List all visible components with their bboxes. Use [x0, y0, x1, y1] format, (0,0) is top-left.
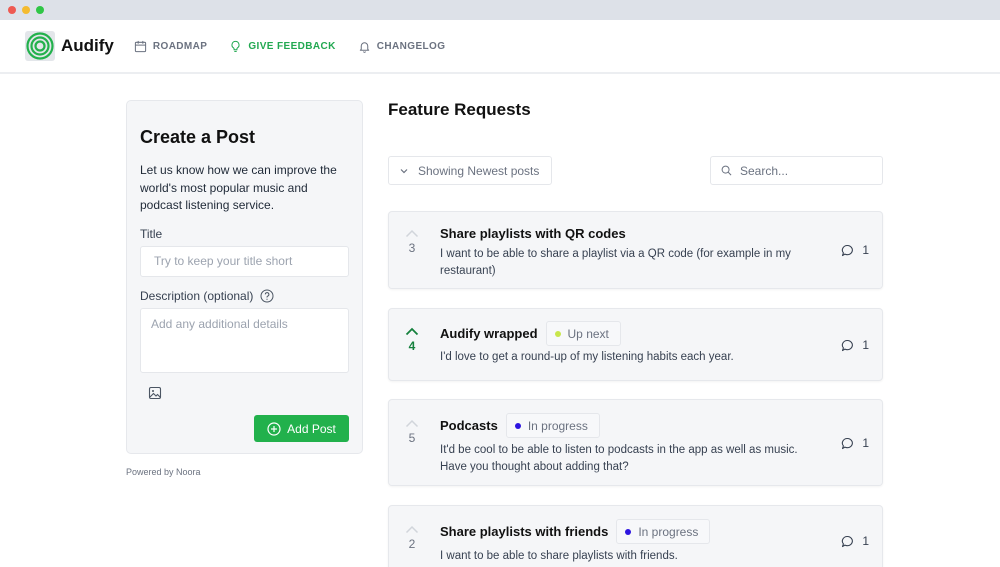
window-close-button[interactable] — [8, 6, 16, 14]
status-badge: In progress — [505, 413, 600, 438]
brand-logo[interactable]: Audify — [25, 31, 114, 61]
title-label: Title — [140, 227, 349, 241]
description-textarea[interactable]: Add any additional details — [140, 307, 349, 373]
upvote-button[interactable]: 2 — [389, 525, 435, 551]
create-post-card: Create a Post Let us know how we can imp… — [126, 100, 363, 454]
post-card[interactable]: 5 Podcasts In progress It'd be cool to b… — [388, 399, 883, 486]
description-label: Description (optional) — [140, 289, 349, 303]
nav-changelog-label: CHANGELOG — [376, 40, 446, 52]
comment-count[interactable]: 1 — [841, 243, 869, 257]
upvote-button[interactable]: 4 — [389, 327, 435, 353]
comment-count[interactable]: 1 — [841, 534, 869, 548]
status-dot — [625, 528, 632, 535]
post-title[interactable]: Podcasts — [440, 418, 498, 433]
attach-image-button[interactable] — [148, 386, 162, 400]
comment-count[interactable]: 1 — [841, 436, 869, 450]
vote-count: 3 — [408, 241, 416, 255]
status-label: In progress — [527, 418, 588, 433]
description-placeholder: Add any additional details — [151, 316, 288, 331]
status-dot — [554, 330, 561, 337]
chevron-up-icon — [405, 229, 419, 238]
comment-icon — [842, 437, 854, 449]
post-card[interactable]: 2 Share playlists with friends In progre… — [388, 505, 883, 567]
status-dot — [514, 422, 521, 429]
add-post-label: Add Post — [287, 421, 336, 436]
sort-dropdown[interactable]: Showing Newest posts — [388, 156, 552, 185]
search-placeholder: Search... — [740, 163, 789, 178]
comment-count-value: 1 — [862, 436, 869, 450]
title-input-placeholder: Try to keep your title short — [154, 254, 293, 268]
comment-count-value: 1 — [862, 534, 869, 548]
chevron-down-icon — [400, 168, 408, 173]
post-description: I'd love to get a round-up of my listeni… — [440, 351, 734, 363]
nav-roadmap[interactable]: ROADMAP — [134, 40, 207, 53]
comment-count-value: 1 — [862, 338, 869, 352]
comment-icon — [842, 339, 854, 351]
lightbulb-icon — [231, 40, 240, 52]
image-icon — [148, 386, 162, 399]
window-minimize-button[interactable] — [22, 6, 30, 14]
calendar-icon — [134, 40, 147, 52]
description-fade — [389, 272, 882, 288]
nav-give-feedback[interactable]: GIVE FEEDBACK — [229, 40, 335, 53]
nav-roadmap-label: ROADMAP — [152, 40, 208, 52]
comment-icon — [842, 535, 854, 547]
vote-count: 5 — [408, 431, 416, 445]
post-card[interactable]: 3 Share playlists with QR codes I want t… — [388, 211, 883, 289]
brand-name: Audify — [61, 36, 114, 55]
add-post-button[interactable]: Add Post — [254, 415, 349, 442]
comment-count-value: 1 — [862, 243, 869, 257]
page-title: Feature Requests — [388, 100, 531, 119]
create-post-intro: Let us know how we can improve the world… — [140, 163, 337, 212]
search-icon — [721, 165, 732, 176]
post-description: I want to be able to share playlists wit… — [440, 550, 678, 562]
create-post-heading: Create a Post — [140, 127, 256, 147]
post-title[interactable]: Share playlists with QR codes — [440, 226, 626, 241]
powered-by-link[interactable]: Powered by Noora — [126, 467, 201, 477]
status-badge: In progress — [616, 519, 711, 544]
comment-count[interactable]: 1 — [841, 338, 869, 352]
vote-count: 2 — [408, 537, 416, 551]
nav-give-feedback-label: GIVE FEEDBACK — [248, 40, 336, 52]
title-input[interactable]: Try to keep your title short — [140, 245, 349, 277]
top-navbar: Audify ROADMAP GIVE FEEDBACK CHANGELOG — [0, 20, 1000, 74]
window-maximize-button[interactable] — [36, 6, 44, 14]
post-title[interactable]: Share playlists with friends — [440, 524, 608, 539]
status-label: In progress — [638, 524, 699, 539]
post-title[interactable]: Audify wrapped — [440, 326, 538, 341]
post-card[interactable]: 4 Audify wrapped Up next I'd love to get… — [388, 308, 883, 381]
chevron-up-icon — [405, 419, 419, 428]
status-label: Up next — [567, 326, 609, 341]
chevron-up-icon — [405, 327, 419, 336]
upvote-button[interactable]: 3 — [389, 229, 435, 255]
upvote-button[interactable]: 5 — [389, 419, 435, 445]
help-circle-icon[interactable] — [260, 289, 274, 303]
status-badge: Up next — [545, 321, 621, 346]
page-content: Create a Post Let us know how we can imp… — [0, 74, 1000, 567]
chevron-up-icon — [405, 525, 419, 534]
description-label-text: Description (optional) — [140, 288, 254, 303]
nav-changelog[interactable]: CHANGELOG — [358, 40, 446, 53]
plus-circle-icon — [267, 421, 281, 436]
search-input[interactable]: Search... — [710, 156, 883, 185]
window-titlebar — [0, 0, 1000, 20]
title-label-text: Title — [140, 226, 163, 241]
vote-count: 4 — [408, 339, 416, 353]
comment-icon — [842, 244, 854, 256]
bell-icon — [359, 41, 369, 53]
description-fade — [389, 469, 882, 485]
sort-dropdown-label: Showing Newest posts — [418, 163, 540, 178]
audify-logo-icon — [25, 31, 55, 61]
